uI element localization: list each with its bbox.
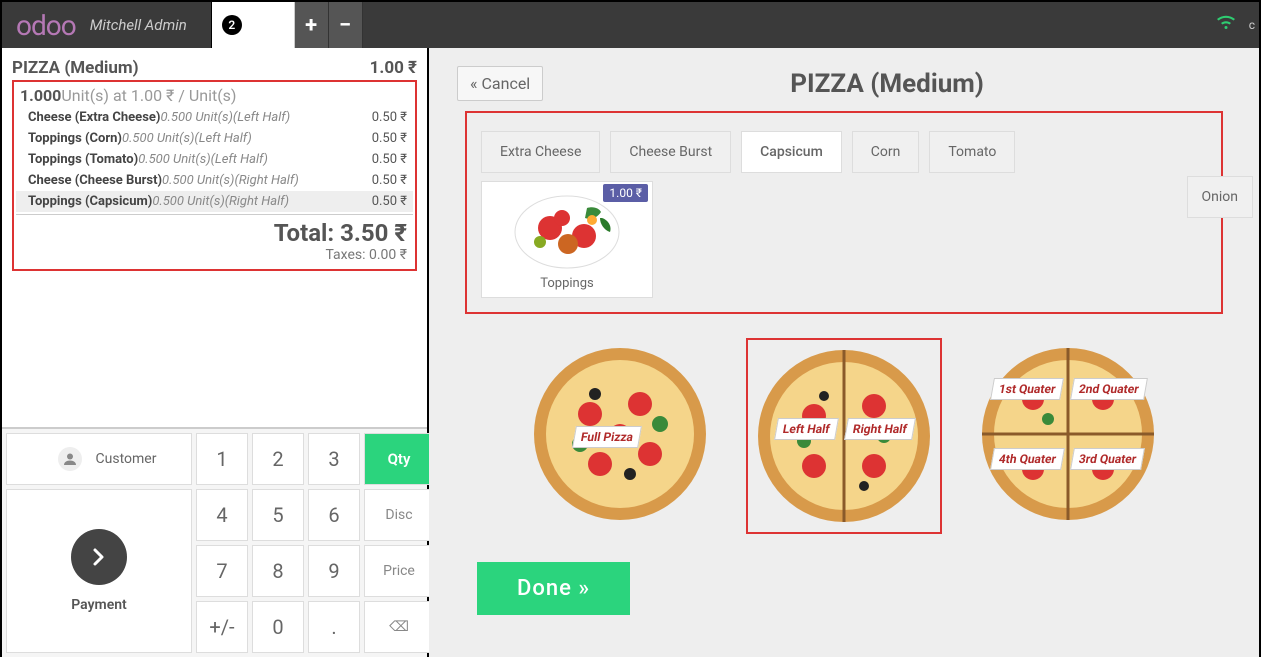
key-sign[interactable]: +/- <box>196 601 248 653</box>
key-7[interactable]: 7 <box>196 545 248 597</box>
order-lines-box: 1.000 Unit(s) at 1.00 ₹ / Unit(s) Cheese… <box>12 80 417 271</box>
user-name[interactable]: Mitchell Admin <box>90 16 211 34</box>
numpad: Customer 1 2 3 Qty Payment 4 5 6 Disc 7 … <box>2 427 427 657</box>
topping-tab-tomato[interactable]: Tomato <box>929 131 1015 173</box>
key-4[interactable]: 4 <box>196 489 248 541</box>
order-product-name: PIZZA (Medium) <box>12 58 139 78</box>
key-0[interactable]: 0 <box>252 601 304 653</box>
portion-full-pizza[interactable]: Full Pizza <box>524 338 716 534</box>
key-8[interactable]: 8 <box>252 545 304 597</box>
mode-disc-button[interactable]: Disc <box>364 489 434 541</box>
add-tab-button[interactable]: + <box>295 2 329 48</box>
customer-label: Customer <box>96 451 157 467</box>
user-icon <box>58 447 82 471</box>
orderline-qty: 1.000 <box>20 86 61 105</box>
portion-label-q3: 3rd Quater <box>1070 448 1145 470</box>
customer-button[interactable]: Customer <box>6 433 192 485</box>
tab-number-badge: 2 <box>222 15 242 35</box>
top-bar: odoo Mitchell Admin 2 11:07 + − c <box>2 2 1259 48</box>
mode-qty-button[interactable]: Qty <box>364 433 434 485</box>
key-5[interactable]: 5 <box>252 489 304 541</box>
chevron-right-icon <box>71 529 127 585</box>
breadcrumb-char: c <box>1245 18 1259 32</box>
order-product-price: 1.00 ₹ <box>370 58 417 78</box>
key-backspace[interactable]: ⌫ <box>364 601 434 653</box>
portion-half-pizza[interactable]: Left Half Right Half <box>746 338 942 534</box>
portion-label-q4: 4th Quater <box>990 448 1065 470</box>
config-title: PIZZA (Medium) <box>543 69 1231 99</box>
remove-tab-button[interactable]: − <box>329 2 363 48</box>
key-dot[interactable]: . <box>308 601 360 653</box>
topping-tab-onion[interactable]: Onion <box>1187 176 1253 218</box>
portion-label-full: Full Pizza <box>572 426 642 448</box>
product-price-tag: 1.00 ₹ <box>603 184 648 202</box>
order-total: Total: 3.50 ₹ <box>22 219 407 247</box>
odoo-logo: odoo <box>2 9 90 42</box>
topping-tab-corn[interactable]: Corn <box>852 131 920 173</box>
key-3[interactable]: 3 <box>308 433 360 485</box>
order-taxes: Taxes: 0.00 ₹ <box>22 247 407 263</box>
order-sub-line[interactable]: Toppings (Capsicum) 0.500 Unit(s) (Right… <box>16 191 413 212</box>
key-6[interactable]: 6 <box>308 489 360 541</box>
product-name: Toppings <box>482 276 652 291</box>
order-sub-line[interactable]: Cheese (Cheese Burst) 0.500 Unit(s) (Rig… <box>16 170 413 191</box>
order-panel: PIZZA (Medium) 1.00 ₹ 1.000 Unit(s) at 1… <box>2 48 429 657</box>
session-tab-active[interactable]: 2 11:07 <box>212 2 295 48</box>
payment-label: Payment <box>71 597 127 613</box>
order-sub-line[interactable]: Cheese (Extra Cheese) 0.500 Unit(s) (Lef… <box>16 107 413 128</box>
order-sub-line[interactable]: Toppings (Tomato) 0.500 Unit(s) (Left Ha… <box>16 149 413 170</box>
order-sub-line[interactable]: Toppings (Corn) 0.500 Unit(s) (Left Half… <box>16 128 413 149</box>
product-card-toppings[interactable]: 1.00 ₹ Toppings <box>481 181 653 298</box>
portion-label-right-half: Right Half <box>844 418 916 440</box>
wifi-icon <box>1215 15 1245 36</box>
key-1[interactable]: 1 <box>196 433 248 485</box>
toppings-box: Extra CheeseCheese BurstCapsicumCornToma… <box>465 111 1223 314</box>
portion-quarter-pizza[interactable]: 1st Quater 2nd Quater 3rd Quater 4th Qua… <box>972 338 1164 534</box>
topping-tab-cheese-burst[interactable]: Cheese Burst <box>610 131 731 173</box>
payment-button[interactable]: Payment <box>6 489 192 653</box>
cancel-button[interactable]: « Cancel <box>457 66 543 101</box>
config-panel: « Cancel PIZZA (Medium) Extra CheeseChee… <box>429 48 1259 657</box>
orderline-unit-desc: Unit(s) at 1.00 ₹ / Unit(s) <box>61 86 236 105</box>
done-button[interactable]: Done » <box>477 562 630 615</box>
session-tabs: 2 11:07 + − <box>211 2 363 48</box>
topping-tab-extra-cheese[interactable]: Extra Cheese <box>481 131 600 173</box>
portion-label-q1: 1st Quater <box>990 378 1064 400</box>
portion-label-q2: 2nd Quater <box>1070 378 1148 400</box>
key-9[interactable]: 9 <box>308 545 360 597</box>
portion-label-left-half: Left Half <box>774 418 839 440</box>
mode-price-button[interactable]: Price <box>364 545 434 597</box>
tab-time: 11:07 <box>248 17 284 33</box>
topping-tab-capsicum[interactable]: Capsicum <box>741 131 842 173</box>
key-2[interactable]: 2 <box>252 433 304 485</box>
